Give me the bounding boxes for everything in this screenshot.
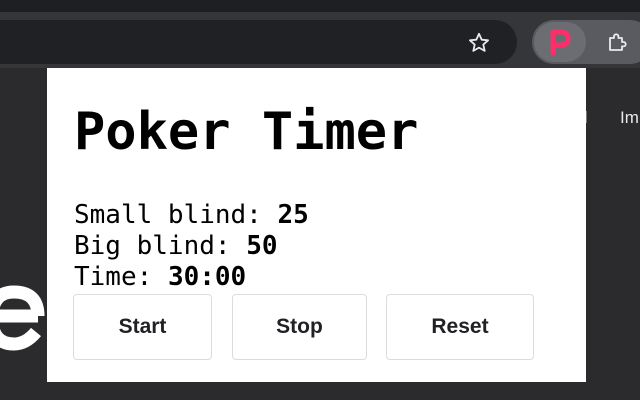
poker-extension-button[interactable]	[534, 22, 586, 62]
big-blind-row: Big blind: 50	[74, 231, 278, 261]
puzzle-icon[interactable]	[600, 25, 634, 59]
time-label: Time:	[74, 262, 153, 292]
small-blind-label: Small blind:	[74, 200, 262, 230]
time-value: 30:00	[167, 262, 247, 292]
stop-button[interactable]: Stop	[232, 294, 367, 360]
popup-title: Poker Timer	[74, 102, 419, 162]
address-bar[interactable]	[0, 20, 517, 64]
browser-tab-strip	[0, 0, 640, 12]
small-blind-row: Small blind: 25	[74, 200, 309, 230]
p-letter-icon	[550, 29, 571, 55]
start-button[interactable]: Start	[73, 294, 212, 360]
reset-button[interactable]: Reset	[386, 294, 534, 360]
big-blind-value: 50	[246, 231, 278, 261]
time-row: Time: 30:00	[74, 262, 246, 292]
small-blind-value: 25	[277, 200, 309, 230]
big-blind-label: Big blind:	[74, 231, 231, 261]
poker-timer-popup: Poker Timer Small blind: 25 Big blind: 5…	[47, 68, 586, 382]
star-icon[interactable]	[462, 26, 496, 60]
background-link-images[interactable]: Im	[620, 108, 639, 128]
background-logo-fragment	[0, 272, 46, 352]
